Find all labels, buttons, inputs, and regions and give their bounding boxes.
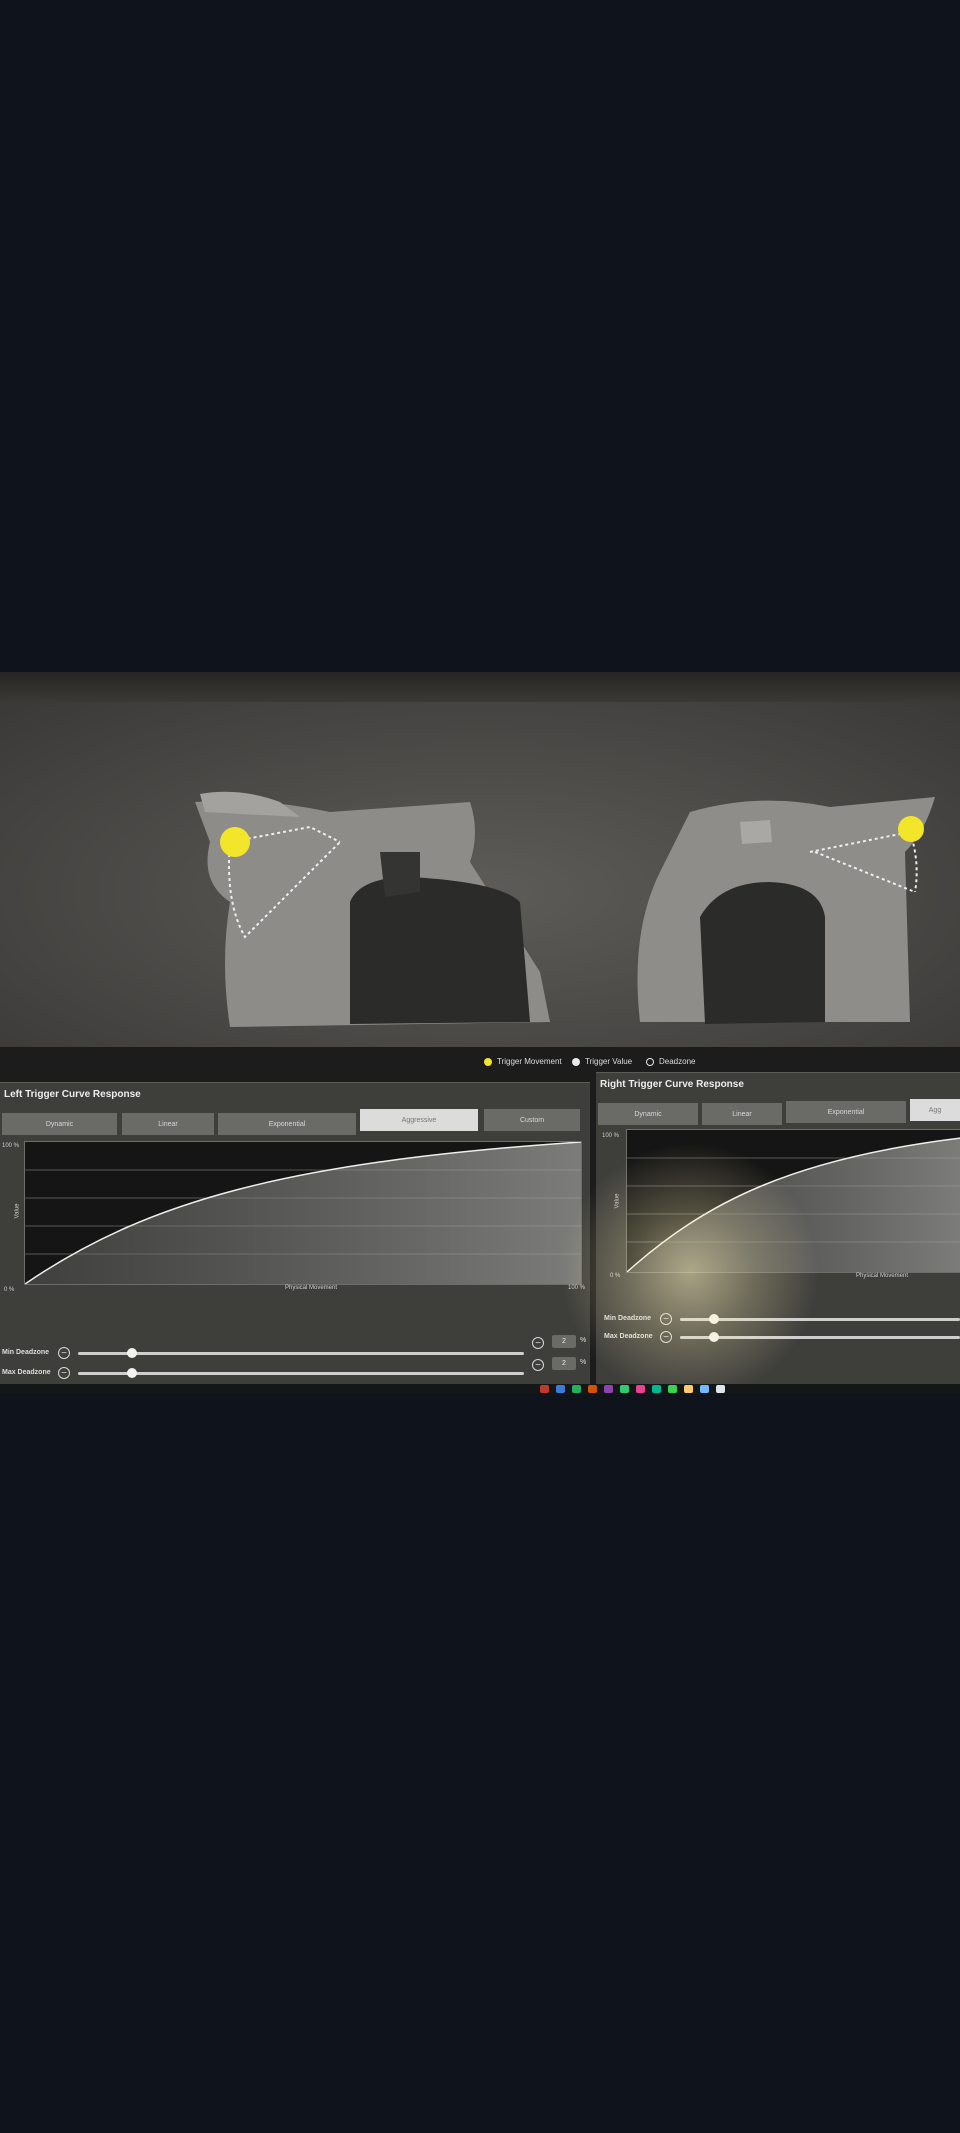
- right-y-max-label: 100 %: [602, 1133, 620, 1139]
- trigger-3d-viewer: [0, 702, 960, 1047]
- left-y-max-label: 100 %: [2, 1143, 20, 1149]
- legend-deadzone: Deadzone: [646, 1057, 695, 1066]
- left-min-deadzone-row: Min Deadzone − − %: [2, 1335, 590, 1361]
- left-min-deadzone-slider[interactable]: [78, 1348, 524, 1358]
- os-taskbar: [0, 1384, 960, 1394]
- left-curve-btn-dynamic[interactable]: Dynamic: [2, 1113, 117, 1135]
- right-curve-btn-aggressive[interactable]: Agg: [910, 1099, 960, 1121]
- left-max-deadzone-unit: %: [580, 1359, 587, 1366]
- taskbar-app-icon[interactable]: [716, 1385, 725, 1393]
- taskbar-app-icon[interactable]: [636, 1385, 645, 1393]
- left-x-axis-label: Physical Movement: [285, 1285, 338, 1291]
- right-max-deadzone-thumb[interactable]: [708, 1332, 719, 1342]
- right-trigger-panel: Right Trigger Curve Response Dynamic Lin…: [596, 1072, 960, 1394]
- left-y-min-label: 0 %: [4, 1287, 15, 1293]
- right-trigger-marker-icon: [898, 816, 924, 842]
- left-curve-btn-exponential[interactable]: Exponential: [218, 1113, 356, 1135]
- taskbar-app-icon[interactable]: [620, 1385, 629, 1393]
- left-curve-svg: [24, 1141, 582, 1285]
- left-curve-btn-linear[interactable]: Linear: [122, 1113, 214, 1135]
- right-curve-btn-exponential[interactable]: Exponential: [786, 1101, 906, 1123]
- minus-icon[interactable]: −: [58, 1347, 70, 1359]
- right-panel-title: Right Trigger Curve Response: [600, 1079, 744, 1090]
- left-trigger-model: [195, 791, 550, 1027]
- minus-icon[interactable]: −: [660, 1313, 672, 1325]
- taskbar-app-icon[interactable]: [572, 1385, 581, 1393]
- right-curve-svg: [626, 1137, 960, 1273]
- right-max-deadzone-label: Max Deadzone: [604, 1333, 653, 1340]
- right-y-axis-label: Value: [614, 1193, 621, 1209]
- taskbar-app-icon[interactable]: [652, 1385, 661, 1393]
- left-y-axis-label: Value: [14, 1203, 21, 1219]
- taskbar-app-icon[interactable]: [700, 1385, 709, 1393]
- minus-icon[interactable]: −: [58, 1367, 70, 1379]
- taskbar-app-icon[interactable]: [588, 1385, 597, 1393]
- right-y-min-label: 0 %: [610, 1273, 621, 1279]
- minus-icon[interactable]: −: [532, 1337, 544, 1349]
- right-x-axis-label: Physical Movement: [856, 1273, 909, 1279]
- taskbar-app-icon[interactable]: [556, 1385, 565, 1393]
- left-trigger-panel: Left Trigger Curve Response Dynamic Line…: [0, 1082, 590, 1394]
- left-max-deadzone-thumb[interactable]: [126, 1368, 137, 1378]
- left-max-deadzone-label: Max Deadzone: [2, 1369, 51, 1376]
- left-max-deadzone-row: Max Deadzone − − %: [2, 1357, 590, 1381]
- right-min-deadzone-row: Min Deadzone −: [604, 1313, 960, 1327]
- monitor-photo: Trigger Movement Trigger Value Deadzone …: [0, 672, 960, 1394]
- right-curve-plot[interactable]: [626, 1129, 960, 1273]
- left-min-deadzone-value[interactable]: [552, 1335, 576, 1348]
- taskbar-app-icon[interactable]: [684, 1385, 693, 1393]
- left-curve-btn-aggressive[interactable]: Aggressive: [360, 1109, 478, 1131]
- left-trigger-marker-icon: [220, 827, 250, 857]
- left-min-deadzone-thumb[interactable]: [126, 1348, 137, 1358]
- right-max-deadzone-slider[interactable]: [680, 1332, 960, 1342]
- right-curve-btn-dynamic[interactable]: Dynamic: [598, 1103, 698, 1125]
- monitor-bezel: [0, 672, 960, 702]
- left-panel-title: Left Trigger Curve Response: [4, 1089, 141, 1100]
- left-curve-plot[interactable]: [24, 1141, 582, 1285]
- left-max-deadzone-slider[interactable]: [78, 1368, 524, 1378]
- white-dot-icon: [572, 1057, 580, 1066]
- minus-icon[interactable]: −: [532, 1359, 544, 1371]
- right-min-deadzone-thumb[interactable]: [708, 1314, 719, 1324]
- controller-triggers-render: [195, 791, 935, 1027]
- ring-dot-icon: [646, 1057, 654, 1066]
- legend-trigger-value: Trigger Value: [572, 1057, 632, 1066]
- left-min-deadzone-label: Min Deadzone: [2, 1349, 50, 1356]
- taskbar-app-icon[interactable]: [668, 1385, 677, 1393]
- minus-icon[interactable]: −: [660, 1331, 672, 1343]
- right-min-deadzone-label: Min Deadzone: [604, 1315, 652, 1322]
- left-max-deadzone-value[interactable]: [552, 1357, 576, 1370]
- yellow-dot-icon: [484, 1057, 492, 1066]
- taskbar-app-icon[interactable]: [540, 1385, 549, 1393]
- legend-trigger-movement: Trigger Movement: [484, 1057, 562, 1066]
- right-max-deadzone-row: Max Deadzone −: [604, 1331, 960, 1345]
- taskbar-app-icon[interactable]: [604, 1385, 613, 1393]
- left-curve-area: [25, 1142, 581, 1284]
- right-trigger-model: [637, 797, 935, 1024]
- left-curve-btn-custom[interactable]: Custom: [484, 1109, 580, 1131]
- left-x-max-label: 100 %: [568, 1285, 586, 1291]
- left-min-deadzone-unit: %: [580, 1337, 587, 1344]
- right-min-deadzone-slider[interactable]: [680, 1314, 960, 1324]
- right-curve-btn-linear[interactable]: Linear: [702, 1103, 782, 1125]
